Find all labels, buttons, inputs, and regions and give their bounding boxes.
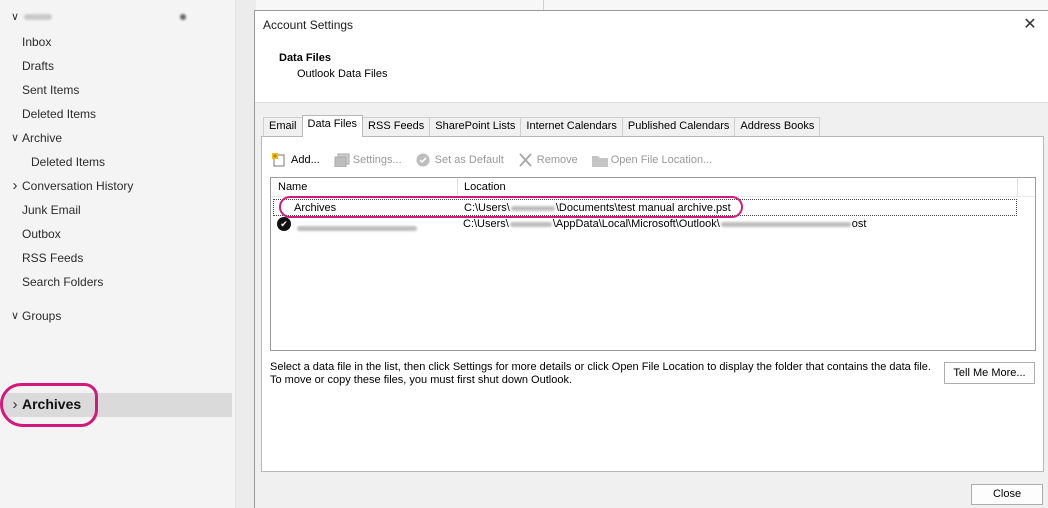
dialog-titlebar[interactable]: Account Settings ✕ xyxy=(255,11,1048,39)
chevron-down-icon[interactable] xyxy=(10,129,20,147)
add-file-icon xyxy=(272,153,288,167)
redacted-filename xyxy=(720,221,851,227)
folder-rss-feeds[interactable]: RSS Feeds xyxy=(22,249,83,267)
set-default-label: Set as Default xyxy=(434,154,504,166)
folder-drafts[interactable]: Drafts xyxy=(22,57,54,75)
close-icon[interactable]: ✕ xyxy=(1019,14,1041,36)
redacted-name xyxy=(297,225,417,231)
redacted-mark xyxy=(180,14,186,20)
divider xyxy=(543,0,544,10)
add-button[interactable]: Add... xyxy=(272,153,320,167)
chevron-down-icon[interactable] xyxy=(10,8,20,26)
folder-pane: Inbox Drafts Sent Items Deleted Items Ar… xyxy=(0,0,236,508)
folder-deleted-items[interactable]: Deleted Items xyxy=(22,105,96,123)
folder-icon xyxy=(591,153,608,167)
tab-data-files[interactable]: Data Files xyxy=(301,115,364,137)
column-divider xyxy=(1017,178,1018,197)
remove-label: Remove xyxy=(536,154,578,166)
tab-strip: Email Data Files RSS Feeds SharePoint Li… xyxy=(263,115,821,137)
reading-pane-edge xyxy=(236,0,256,508)
location-middle: \AppData\Local\Microsoft\Outlook\ xyxy=(552,218,720,230)
default-checkmark-icon: ✔ xyxy=(277,217,291,231)
tab-internet-calendars[interactable]: Internet Calendars xyxy=(520,117,623,136)
account-settings-dialog: Account Settings ✕ Data Files Outlook Da… xyxy=(254,10,1048,508)
dialog-header: Data Files Outlook Data Files xyxy=(255,39,1048,103)
open-file-location-label: Open File Location... xyxy=(610,154,713,166)
folder-sent-items[interactable]: Sent Items xyxy=(22,81,79,99)
folder-conversation-history[interactable]: Conversation History xyxy=(22,177,133,195)
remove-x-icon xyxy=(518,153,534,167)
tell-me-more-button[interactable]: Tell Me More... xyxy=(944,362,1035,384)
location-end: ost xyxy=(851,218,867,230)
tab-email[interactable]: Email xyxy=(263,117,303,136)
header-subtitle: Outlook Data Files xyxy=(297,68,388,80)
chevron-right-icon[interactable] xyxy=(10,177,20,195)
reading-pane-top xyxy=(256,0,1048,10)
add-label: Add... xyxy=(291,154,320,166)
annotation-circle xyxy=(0,383,98,427)
dialog-title: Account Settings xyxy=(263,18,354,32)
folder-inbox[interactable]: Inbox xyxy=(22,33,51,51)
folder-archive[interactable]: Archive xyxy=(22,129,62,147)
list-header: Name Location xyxy=(271,178,1035,197)
settings-label: Settings... xyxy=(352,154,402,166)
tab-published-calendars[interactable]: Published Calendars xyxy=(621,117,736,136)
groups-header[interactable]: Groups xyxy=(22,307,61,325)
location-prefix: C:\Users\ xyxy=(463,218,509,230)
folder-junk-email[interactable]: Junk Email xyxy=(22,201,81,219)
file-name-redacted xyxy=(297,222,417,234)
redacted-account-name xyxy=(24,14,52,20)
remove-button[interactable]: Remove xyxy=(518,153,578,167)
file-location: C:\Users\ \AppData\Local\Microsoft\Outloo… xyxy=(463,218,866,230)
chevron-down-icon[interactable] xyxy=(10,307,20,325)
header-title: Data Files xyxy=(279,52,331,64)
close-button[interactable]: Close xyxy=(971,484,1043,505)
data-files-list[interactable]: Name Location Archives C:\Users\ \Documen… xyxy=(270,177,1036,351)
data-file-row-default[interactable]: ✔ C:\Users\ \AppData\Local\Microsoft\Outl… xyxy=(273,216,1017,233)
settings-icon xyxy=(334,153,350,168)
tab-rss-feeds[interactable]: RSS Feeds xyxy=(362,117,431,136)
folder-archive-deleted-items[interactable]: Deleted Items xyxy=(31,153,105,171)
settings-button[interactable]: Settings... xyxy=(334,153,402,168)
column-header-location[interactable]: Location xyxy=(464,181,506,193)
redacted-username xyxy=(509,221,552,227)
open-file-location-button[interactable]: Open File Location... xyxy=(591,153,713,167)
folder-outbox[interactable]: Outbox xyxy=(22,225,61,243)
help-text: Select a data file in the list, then cli… xyxy=(270,361,931,386)
tab-address-books[interactable]: Address Books xyxy=(734,117,821,136)
column-header-name[interactable]: Name xyxy=(278,181,307,193)
folder-search-folders[interactable]: Search Folders xyxy=(22,273,103,291)
annotation-oval xyxy=(279,196,743,218)
checkmark-circle-icon xyxy=(416,153,432,167)
data-files-panel: Add... Settings... Set as Default Remove xyxy=(261,136,1044,472)
tab-sharepoint-lists[interactable]: SharePoint Lists xyxy=(429,117,522,136)
column-divider xyxy=(457,178,458,197)
data-files-toolbar: Add... Settings... Set as Default Remove xyxy=(272,151,726,169)
account-header[interactable] xyxy=(8,8,208,26)
set-default-button[interactable]: Set as Default xyxy=(416,153,504,167)
